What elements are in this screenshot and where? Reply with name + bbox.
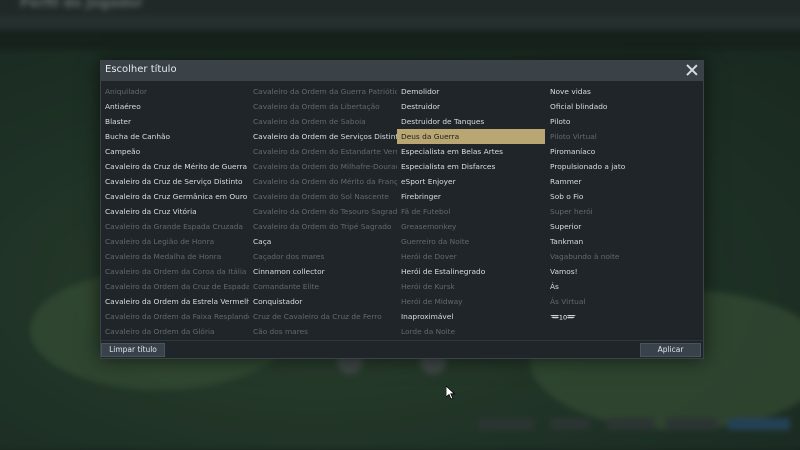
title-column-4: Nove vidas Oficial blindado Piloto Piloto V… (546, 84, 694, 324)
title-option[interactable]: Cavaleiro da Grande Espada Cruzada (101, 219, 249, 234)
title-option[interactable]: Super herói (546, 204, 694, 219)
mouse-cursor-icon (446, 386, 456, 400)
title-option[interactable]: Cavaleiro da Ordem da Cruz de Espada (101, 279, 249, 294)
title-option[interactable]: Especialista em Disfarces (397, 159, 545, 174)
title-option[interactable]: Tankman (546, 234, 694, 249)
close-icon[interactable] (685, 63, 699, 77)
choose-title-dialog: Escolher título Aniquilador Antiaéreo Blas… (100, 60, 704, 359)
title-option[interactable]: Cavaleiro da Ordem da Estrela Vermelha (101, 294, 249, 309)
title-option[interactable]: Cavaleiro da Ordem da Guerra Patriótica (249, 84, 397, 99)
title-option[interactable]: Inaproximável (397, 309, 545, 324)
title-option[interactable]: Cavaleiro da Ordem da Glória (101, 324, 249, 339)
title-option[interactable]: Herói de Midway (397, 294, 545, 309)
title-option[interactable]: Cavaleiro da Ordem do Tripé Sagrado (249, 219, 397, 234)
title-option[interactable]: Oficial blindado (546, 99, 694, 114)
title-option[interactable]: Campeão (101, 144, 249, 159)
title-option[interactable]: Conquistador (249, 294, 397, 309)
title-option[interactable]: Cavaleiro da Ordem do Estandarte Vermelh… (249, 144, 397, 159)
title-option[interactable]: Fã de Futebol (397, 204, 545, 219)
dialog-footer-divider (101, 340, 703, 341)
title-option[interactable]: Cavaleiro da Cruz de Serviço Distinto (101, 174, 249, 189)
clear-title-button[interactable]: Limpar título (101, 343, 165, 357)
title-option[interactable]: Antiaéreo (101, 99, 249, 114)
title-option[interactable]: Nove vidas (546, 84, 694, 99)
title-option[interactable]: Cruz de Cavaleiro da Cruz de Ferro (249, 309, 397, 324)
title-option[interactable]: Vagabundo à noite (546, 249, 694, 264)
title-option[interactable]: eSport Enjoyer (397, 174, 545, 189)
title-option[interactable]: Cão dos mares (249, 324, 397, 339)
title-option[interactable]: Herói de Estalinegrado (397, 264, 545, 279)
title-option[interactable]: Ás Virtual (546, 294, 694, 309)
title-option[interactable]: Rammer (546, 174, 694, 189)
title-option[interactable]: Destruidor (397, 99, 545, 114)
title-option[interactable]: Comandante Elite (249, 279, 397, 294)
title-option[interactable]: Sob o Fio (546, 189, 694, 204)
wings-badge-icon: 10 (550, 314, 576, 322)
title-option[interactable]: Cavaleiro da Ordem do Mérito da França (249, 174, 397, 189)
title-option[interactable]: Cavaleiro da Legião de Honra (101, 234, 249, 249)
title-option[interactable]: Cavaleiro da Medalha de Honra (101, 249, 249, 264)
title-option[interactable]: Piloto (546, 114, 694, 129)
title-option[interactable]: Herói de Kursk (397, 279, 545, 294)
dialog-header: Escolher título (101, 61, 703, 81)
title-option[interactable]: Cavaleiro da Cruz Germânica em Ouro (101, 189, 249, 204)
title-option[interactable]: Cavaleiro da Cruz Vitória (101, 204, 249, 219)
title-option[interactable]: Cavaleiro da Cruz de Mérito de Guerra (101, 159, 249, 174)
title-option[interactable]: Guerreiro da Noite (397, 234, 545, 249)
title-option[interactable]: Cavaleiro da Ordem da Libertação (249, 99, 397, 114)
title-option[interactable]: Cavaleiro da Ordem de Serviços Distintos (249, 129, 397, 144)
title-option[interactable]: Cavaleiro da Ordem do Tesouro Sagrado (249, 204, 397, 219)
title-option[interactable]: Cavaleiro da Ordem do Sol Nascente (249, 189, 397, 204)
title-option[interactable]: Superior (546, 219, 694, 234)
title-option[interactable]: Piloto Virtual (546, 129, 694, 144)
title-column-1: Aniquilador Antiaéreo Blaster Bucha de Canh… (101, 84, 249, 339)
title-option[interactable]: Caçador dos mares (249, 249, 397, 264)
title-option[interactable]: 10 (546, 309, 694, 324)
title-option[interactable]: Caça (249, 234, 397, 249)
title-option[interactable]: Cavaleiro da Ordem do Milhafre-Dourado (249, 159, 397, 174)
title-option[interactable]: Cinnamon collector (249, 264, 397, 279)
wings-badge-label: 10 (559, 314, 567, 322)
apply-button[interactable]: Aplicar (640, 343, 701, 357)
dialog-title: Escolher título (105, 64, 177, 75)
title-option[interactable]: Destruidor de Tanques (397, 114, 545, 129)
title-option[interactable]: Blaster (101, 114, 249, 129)
title-option[interactable]: Cavaleiro da Ordem de Saboia (249, 114, 397, 129)
title-option[interactable]: Greasemonkey (397, 219, 545, 234)
title-option[interactable]: Aniquilador (101, 84, 249, 99)
title-option-selected[interactable]: Deus da Guerra (397, 129, 545, 144)
title-option[interactable]: Herói de Dover (397, 249, 545, 264)
title-column-2: Cavaleiro da Ordem da Guerra Patriótica C… (249, 84, 397, 339)
title-column-3: Demolidor Destruidor Destruidor de Tanques… (397, 84, 545, 339)
title-option[interactable]: Propulsionado a jato (546, 159, 694, 174)
title-option[interactable]: Cavaleiro da Ordem da Faixa Resplandecen… (101, 309, 249, 324)
title-option[interactable]: Piromaníaco (546, 144, 694, 159)
title-option[interactable]: Cavaleiro da Ordem da Coroa da Itália (101, 264, 249, 279)
title-option[interactable]: Demolidor (397, 84, 545, 99)
title-option[interactable]: Bucha de Canhão (101, 129, 249, 144)
title-option[interactable]: Especialista em Belas Artes (397, 144, 545, 159)
title-option[interactable]: Lorde da Noite (397, 324, 545, 339)
title-option[interactable]: Firebringer (397, 189, 545, 204)
title-option[interactable]: Ás (546, 279, 694, 294)
title-option[interactable]: Vamos! (546, 264, 694, 279)
